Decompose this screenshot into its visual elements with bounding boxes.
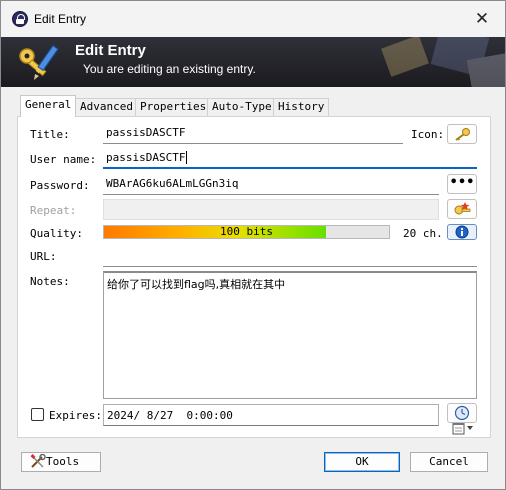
quality-info-button[interactable]: [447, 224, 477, 240]
cancel-button[interactable]: Cancel: [410, 452, 488, 472]
notes-textarea[interactable]: 给你了可以找到flag吗,真相就在其中: [103, 271, 477, 399]
password-generator-icon: [454, 202, 471, 215]
password-generator-button[interactable]: [447, 199, 477, 219]
password-field[interactable]: WBArAG6ku6ALmLGGn3iq: [103, 174, 439, 195]
quality-label: Quality:: [30, 227, 83, 240]
username-label: User name:: [30, 153, 97, 166]
expiry-presets-button[interactable]: [447, 403, 477, 423]
keepass-lock-icon: [12, 11, 28, 27]
tab-advanced[interactable]: Advanced: [75, 98, 138, 116]
password-quality-bar: 100 bits: [103, 225, 390, 239]
key-pencil-icon: [19, 44, 59, 80]
tools-button[interactable]: Tools: [21, 452, 101, 472]
password-label: Password:: [30, 179, 90, 192]
ok-button[interactable]: OK: [324, 452, 400, 472]
banner-title: Edit Entry: [75, 42, 146, 59]
repeat-label: Repeat:: [30, 204, 77, 217]
window-title: Edit Entry: [34, 12, 87, 26]
clock-icon: [454, 405, 470, 421]
username-value: passisDASCTF: [106, 151, 186, 164]
tab-history[interactable]: History: [273, 98, 330, 116]
title-label: Title:: [30, 128, 70, 141]
username-field[interactable]: passisDASCTF: [103, 148, 477, 169]
text-cursor: [186, 151, 188, 164]
title-field[interactable]: passisDASCTF: [103, 123, 403, 144]
header-banner: Edit Entry You are editing an existing e…: [1, 37, 505, 87]
tools-icon: [30, 453, 46, 468]
edit-entry-window: Edit Entry ✕ Edit Entry You are editing …: [0, 0, 506, 490]
expiry-date-picker[interactable]: 2024/ 8/27 0:00:00: [103, 404, 473, 435]
tab-general[interactable]: General: [20, 95, 77, 117]
tab-properties[interactable]: Properties: [135, 98, 212, 116]
repeat-password-field[interactable]: [103, 199, 439, 220]
show-password-button[interactable]: •••: [447, 174, 477, 194]
quality-bits-text: 100 bits: [220, 225, 273, 238]
icon-label: Icon:: [411, 128, 445, 141]
calendar-dropdown[interactable]: [412, 408, 473, 435]
banner-decoration-icon: [381, 37, 505, 87]
notes-label: Notes:: [30, 275, 70, 288]
url-field[interactable]: [103, 246, 477, 267]
info-icon: [455, 225, 469, 239]
expiry-date-value: 2024/ 8/27 0:00:00: [107, 409, 233, 422]
expires-checkbox[interactable]: [31, 408, 44, 421]
url-label: URL:: [30, 250, 57, 263]
key-icon: [455, 128, 470, 141]
close-button[interactable]: ✕: [459, 1, 505, 37]
icon-picker-button[interactable]: [447, 124, 477, 144]
expires-label: Expires:: [49, 409, 102, 422]
banner-subtitle: You are editing an existing entry.: [83, 62, 256, 76]
title-bar: Edit Entry ✕: [1, 1, 505, 37]
tools-button-label: Tools: [46, 455, 80, 468]
quality-char-count: 20 ch.: [403, 227, 443, 240]
tab-auto-type[interactable]: Auto-Type: [207, 98, 277, 116]
